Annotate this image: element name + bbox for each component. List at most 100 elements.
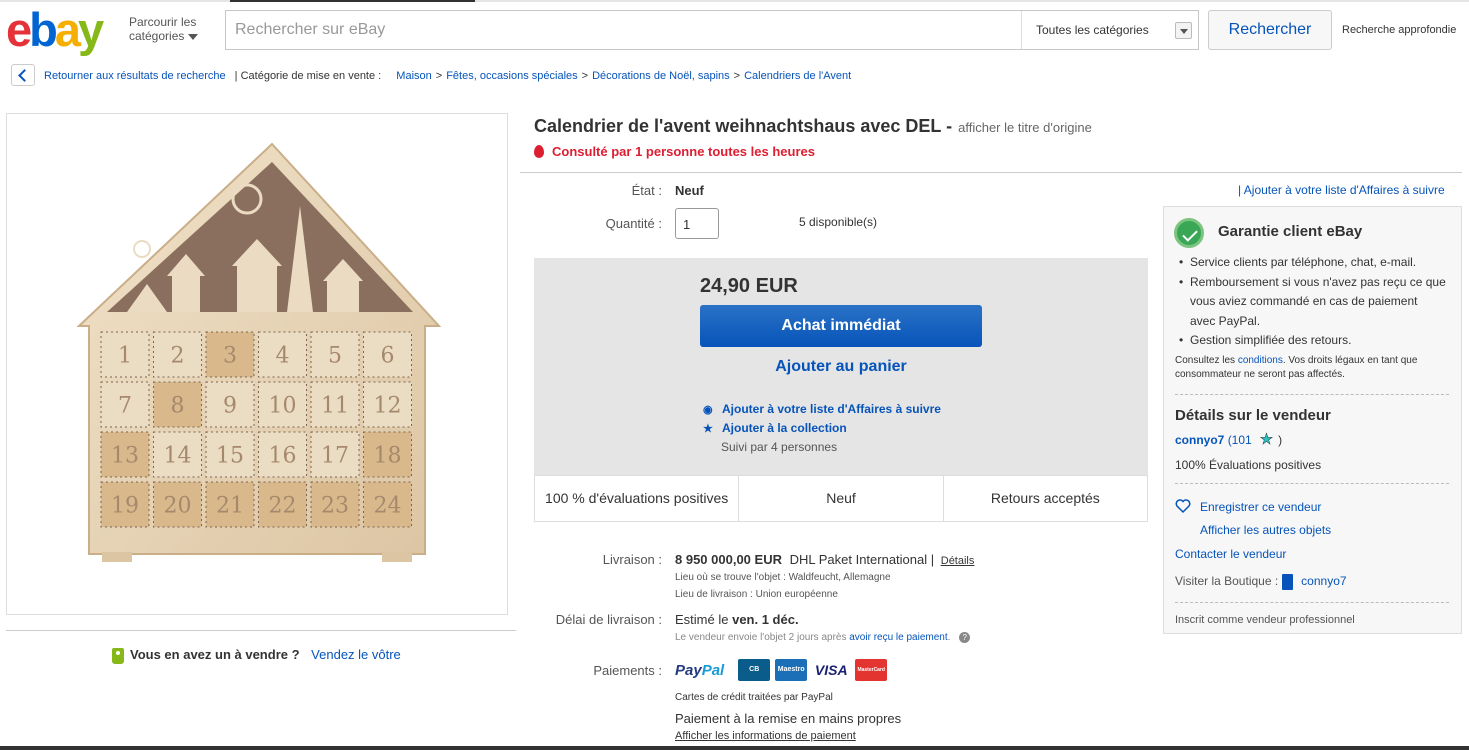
star-icon: ★ bbox=[703, 423, 713, 435]
contact-seller-link[interactable]: Contacter le vendeur bbox=[1175, 547, 1286, 561]
condition-value: Neuf bbox=[675, 183, 704, 198]
price: 24,90 EUR bbox=[700, 275, 798, 297]
guarantee-item: Remboursement si vous n'avez pas reçu ce… bbox=[1176, 273, 1446, 332]
paypal-note: Cartes de crédit traitées par PayPal bbox=[675, 692, 833, 703]
professional-seller: Inscrit comme vendeur professionnel bbox=[1175, 614, 1355, 626]
calendar-door-number: 14 bbox=[164, 444, 192, 469]
paypal-logo-part2: Pal bbox=[701, 661, 725, 679]
payments-label: Paiements : bbox=[593, 663, 662, 678]
logo-letter-e: e bbox=[6, 3, 32, 56]
seller-score-link[interactable]: (101 bbox=[1228, 433, 1252, 447]
help-icon[interactable]: ? bbox=[959, 632, 971, 643]
product-image-panel[interactable]: 1 2 3 4 5 6 7 8 9 10 11 12 13 14 15 16 17 18 19 20 21 22 23 24 bbox=[6, 113, 508, 615]
calendar-door-number: 8 bbox=[171, 394, 185, 419]
logo-letter-a: a bbox=[54, 3, 81, 56]
search-input[interactable] bbox=[226, 11, 1021, 49]
caret-down-icon bbox=[188, 33, 199, 40]
delivery-note-end: . bbox=[947, 632, 951, 643]
star-icon: ★ bbox=[1259, 431, 1274, 449]
calendar-door-number: 6 bbox=[381, 344, 395, 369]
divider bbox=[6, 630, 516, 631]
visa-card-icon: VISA bbox=[812, 659, 851, 681]
seller-info: connyo7 (101 ★) bbox=[1175, 430, 1283, 449]
price-tag-icon bbox=[112, 647, 124, 664]
calendar-door-number: 9 bbox=[223, 394, 237, 419]
conditions-link[interactable]: conditions bbox=[1238, 355, 1283, 366]
ships-to: Lieu de livraison : Union européenne bbox=[675, 589, 838, 600]
divider bbox=[1175, 483, 1449, 484]
handshake-icon bbox=[1174, 218, 1204, 248]
guarantee-title: Garantie client eBay bbox=[1218, 223, 1363, 240]
heart-icon[interactable] bbox=[1175, 498, 1191, 514]
seller-score-end: ) bbox=[1278, 433, 1283, 447]
calendar-door-number: 18 bbox=[374, 444, 402, 469]
calendar-door-number: 1 bbox=[118, 344, 132, 369]
delivery-note: Le vendeur envoie l'objet 2 jours après … bbox=[675, 632, 971, 643]
back-to-results-link[interactable]: Retourner aux résultats de recherche bbox=[44, 70, 226, 82]
save-seller-link[interactable]: Enregistrer ce vendeur bbox=[1200, 500, 1321, 514]
maestro-card-icon: Maestro bbox=[775, 659, 808, 681]
calendar-door-number: 10 bbox=[269, 394, 297, 419]
divider bbox=[520, 172, 1462, 173]
sell-yours-link[interactable]: Vendez le vôtre bbox=[311, 647, 401, 662]
store-icon bbox=[1282, 574, 1294, 590]
ebay-logo[interactable]: ebay bbox=[6, 3, 104, 56]
add-to-collection-label: Ajouter à la collection bbox=[722, 421, 847, 435]
payment-logos: PayPal CB Maestro VISA MasterCard bbox=[675, 658, 892, 682]
category-select-value: Toutes les catégories bbox=[1036, 23, 1149, 37]
seller-other-items-link[interactable]: Afficher les autres objets bbox=[1200, 523, 1331, 537]
original-title-link[interactable]: afficher le titre d'origine bbox=[958, 120, 1092, 135]
delivery-date: ven. 1 déc. bbox=[732, 612, 799, 627]
logo-letter-y: y bbox=[78, 3, 104, 56]
payment-received-link[interactable]: avoir reçu le paiement bbox=[849, 632, 947, 643]
guarantee-note-prefix: Consultez les bbox=[1175, 355, 1236, 366]
guarantee-note: Consultez les conditions. Vos droits lég… bbox=[1175, 354, 1447, 382]
guarantee-list: Service clients par téléphone, chat, e-m… bbox=[1176, 253, 1446, 351]
seller-feedback: 100% Évaluations positives bbox=[1175, 458, 1322, 472]
add-to-collection-link[interactable]: ★ Ajouter à la collection bbox=[703, 421, 847, 435]
item-location: Lieu où se trouve l'objet : Waldfeucht, … bbox=[675, 572, 891, 583]
shipping-details-link[interactable]: Détails bbox=[941, 555, 975, 567]
top-border bbox=[0, 0, 1469, 2]
cb-card-icon: CB bbox=[738, 659, 771, 681]
sell-prompt: Vous en avez un à vendre ? Vendez le vôt… bbox=[112, 647, 401, 664]
paypal-logo-part1: Pay bbox=[675, 661, 702, 679]
back-arrow-icon[interactable] bbox=[11, 64, 35, 86]
viewed-alert: Consulté par 1 personne toutes les heure… bbox=[534, 144, 815, 159]
payment-info-link[interactable]: Afficher les informations de paiement bbox=[675, 730, 856, 742]
store-visit: Visiter la Boutique : connyo7 bbox=[1175, 574, 1347, 590]
calendar-door-number: 12 bbox=[374, 394, 402, 419]
chevron-down-icon bbox=[1175, 22, 1192, 39]
breadcrumb-item-decorations[interactable]: Décorations de Noël, sapins bbox=[592, 70, 730, 82]
search-button[interactable]: Rechercher bbox=[1208, 10, 1332, 50]
breadcrumb-item-maison[interactable]: Maison bbox=[396, 70, 431, 82]
calendar-door-number: 15 bbox=[216, 444, 244, 469]
quantity-input[interactable]: 1 bbox=[675, 208, 719, 239]
pickup-payment: Paiement à la remise en mains propres bbox=[675, 711, 902, 726]
item-badges: 100 % d'évaluations positives Neuf Retou… bbox=[534, 475, 1148, 522]
bottom-border bbox=[0, 746, 1469, 750]
calendar-door-number: 7 bbox=[118, 394, 132, 419]
breadcrumb-item-fetes[interactable]: Fêtes, occasions spéciales bbox=[446, 70, 577, 82]
add-to-watchlist-link[interactable]: ◉ Ajouter à votre liste d'Affaires à suiv… bbox=[703, 402, 941, 416]
calendar-door-number: 16 bbox=[269, 444, 297, 469]
calendar-door-number: 13 bbox=[111, 444, 139, 469]
badge-condition: Neuf bbox=[739, 476, 944, 521]
calendar-door-number: 21 bbox=[216, 494, 244, 519]
store-link[interactable]: connyo7 bbox=[1301, 574, 1346, 588]
browse-categories-button[interactable]: Parcourir les catégories bbox=[129, 15, 199, 43]
advanced-search-link[interactable]: Recherche approfondie bbox=[1342, 24, 1456, 36]
breadcrumb-item-calendriers[interactable]: Calendriers de l'Avent bbox=[744, 70, 851, 82]
calendar-door-number: 3 bbox=[223, 344, 237, 369]
buy-now-button[interactable]: Achat immédiat bbox=[700, 305, 982, 347]
advent-calendar-image: 1 2 3 4 5 67 8 9 10 11 1213 14 15 16 17 1819 20 21 22 23 24 bbox=[76, 142, 442, 562]
add-to-cart-button[interactable]: Ajouter au panier bbox=[700, 358, 982, 376]
category-select[interactable]: Toutes les catégories bbox=[1021, 11, 1198, 49]
viewed-text: Consulté par 1 personne toutes les heure… bbox=[552, 144, 815, 159]
eye-icon: ◉ bbox=[703, 404, 713, 416]
badge-returns: Retours acceptés bbox=[990, 490, 1100, 506]
watchlist-link-text: | Ajouter à votre liste d'Affaires à sui… bbox=[1238, 183, 1445, 197]
seller-name-link[interactable]: connyo7 bbox=[1175, 433, 1224, 447]
item-title: Calendrier de l'avent weihnachtshaus ave… bbox=[534, 116, 1092, 137]
watchlist-link-top[interactable]: | Ajouter à votre liste d'Affaires à sui… bbox=[1238, 183, 1445, 197]
